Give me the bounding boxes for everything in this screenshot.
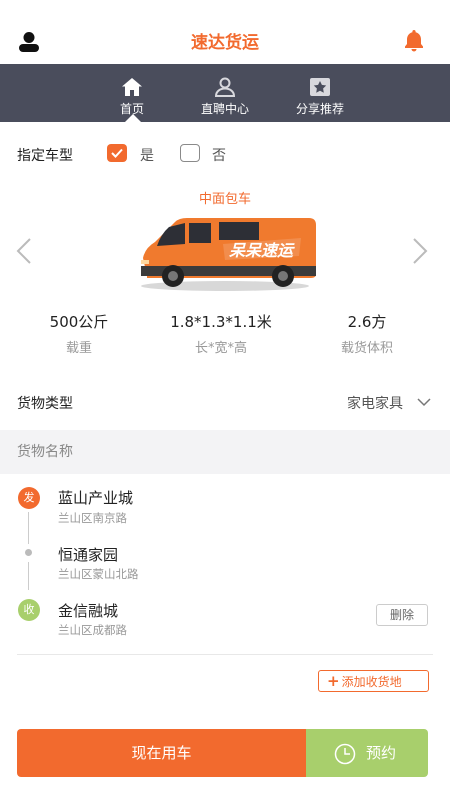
- use-now-button[interactable]: 现在用车: [17, 729, 306, 777]
- waypoint-name[interactable]: 恒通家园: [58, 544, 118, 565]
- star-card-icon: [310, 78, 330, 96]
- stat-dimensions-label: 长*宽*高: [194, 341, 247, 356]
- no-checkbox[interactable]: [180, 144, 200, 162]
- vehicle-stats: 500公斤 载重 1.8*1.3*1.1米 长*宽*高 2.6方 载货体积: [0, 311, 450, 356]
- stat-load: 500公斤 载重: [4, 311, 154, 356]
- check-icon: [111, 148, 123, 158]
- destination-name[interactable]: 金信融城: [58, 600, 118, 621]
- stat-dimensions: 1.8*1.3*1.1米 长*宽*高: [146, 311, 296, 356]
- stat-dimensions-value: 1.8*1.3*1.1米: [170, 313, 272, 331]
- active-tab-indicator: [125, 114, 141, 122]
- home-icon: [122, 78, 142, 96]
- app-title: 速达货运: [191, 33, 259, 53]
- cargo-type-select[interactable]: 货物类型 家电家具: [17, 393, 433, 415]
- app-header: 速达货运: [0, 0, 450, 64]
- van-brand-text: 呆呆速运: [229, 241, 295, 260]
- add-destination-button[interactable]: + 添加收货地: [318, 670, 429, 692]
- chevron-left-icon[interactable]: [14, 236, 34, 266]
- tab-share-label: 分享推荐: [295, 102, 344, 116]
- cargo-name-input[interactable]: [17, 440, 427, 464]
- stat-volume-label: 载货体积: [340, 341, 393, 356]
- cargo-name-field: [0, 430, 450, 474]
- bottom-actions: 现在用车 预约: [17, 729, 428, 777]
- van-image: 呆呆速运: [141, 218, 316, 291]
- stat-load-label: 载重: [65, 341, 92, 356]
- stat-volume: 2.6方 载货体积: [292, 311, 442, 356]
- cargo-type-value: 家电家具: [347, 396, 403, 412]
- book-label: 预约: [366, 744, 397, 762]
- origin-name[interactable]: 蓝山产业城: [58, 487, 133, 508]
- origin-badge: 发: [18, 487, 40, 509]
- chevron-down-icon: [417, 398, 431, 407]
- plus-icon: +: [327, 672, 340, 690]
- waypoint-address: 兰山区蒙山北路: [58, 567, 139, 581]
- book-button[interactable]: 预约: [306, 729, 428, 777]
- destination-address: 兰山区成都路: [58, 623, 127, 637]
- add-destination-label: 添加收货地: [341, 675, 402, 689]
- waypoint-dot: [25, 549, 32, 556]
- vehicle-spec-row: 指定车型 是 否: [17, 143, 437, 165]
- delete-stop-button[interactable]: 删除: [376, 604, 428, 626]
- route-line: [28, 562, 29, 590]
- origin-address: 兰山区南京路: [58, 511, 127, 525]
- tab-recruit-center[interactable]: 直聘中心: [185, 64, 265, 122]
- cargo-type-label: 货物类型: [17, 396, 73, 412]
- person-icon: [214, 77, 236, 97]
- clock-icon: [334, 743, 356, 765]
- tab-recruit-label: 直聘中心: [200, 102, 249, 116]
- yes-checkbox[interactable]: [107, 144, 127, 162]
- divider: [17, 654, 433, 655]
- route-line: [28, 512, 29, 544]
- vehicle-spec-label: 指定车型: [17, 148, 73, 164]
- yes-label: 是: [140, 148, 154, 164]
- vehicle-name: 中面包车: [198, 192, 251, 207]
- no-label: 否: [212, 148, 226, 164]
- chevron-right-icon[interactable]: [410, 236, 430, 266]
- bell-icon[interactable]: [402, 28, 426, 52]
- destination-badge: 收: [18, 599, 40, 621]
- stat-load-value: 500公斤: [49, 313, 109, 331]
- main-nav: 首页 直聘中心 分享推荐: [0, 64, 450, 122]
- tab-share[interactable]: 分享推荐: [280, 64, 360, 122]
- stat-volume-value: 2.6方: [347, 313, 387, 331]
